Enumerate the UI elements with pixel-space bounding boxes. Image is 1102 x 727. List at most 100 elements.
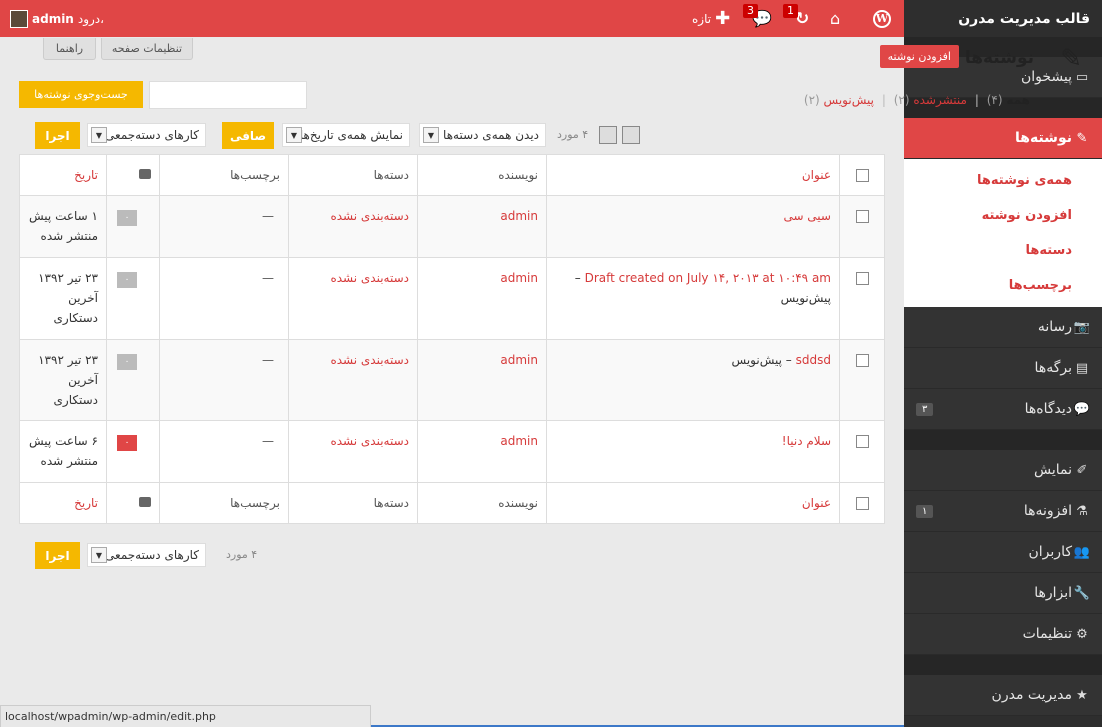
- row-checkbox[interactable]: [855, 435, 869, 448]
- comment-count-bubble[interactable]: ۰: [117, 272, 137, 288]
- filter-drafts[interactable]: پیش‌نویس: [824, 93, 874, 107]
- category-filter-select[interactable]: دیدن همه‌ی دسته‌ها ▼: [419, 123, 546, 147]
- footer-tags-label: برچسب‌ها: [159, 482, 289, 524]
- bulk-actions-value: کارهای دسته‌جمعی: [105, 548, 199, 562]
- filter-published-count: (۲): [893, 93, 910, 107]
- sidebar-item-plugins[interactable]: ⚗ افزونه‌ها ۱: [904, 491, 1102, 532]
- post-category-link[interactable]: دسته‌بندی نشده: [330, 353, 409, 367]
- wordpress-icon: W: [873, 9, 891, 28]
- home-link[interactable]: ⌂: [830, 0, 840, 37]
- sidebar-item-label: نمایش: [1033, 462, 1072, 478]
- star-icon: ★: [1076, 687, 1088, 703]
- post-category-link[interactable]: دسته‌بندی نشده: [330, 209, 409, 223]
- post-author-link[interactable]: admin: [500, 271, 538, 285]
- search-input[interactable]: [149, 81, 307, 109]
- add-new-post-button[interactable]: افزودن نوشته: [879, 45, 959, 68]
- filter-all[interactable]: همه: [1006, 93, 1030, 107]
- select-all-checkbox[interactable]: [855, 169, 869, 182]
- users-icon: 👥: [1073, 544, 1090, 560]
- sidebar-item-media[interactable]: 📷 رسانه: [904, 307, 1102, 348]
- sidebar-brand: قالب مدیریت مدرن: [904, 0, 1102, 37]
- submenu-add-new[interactable]: افزودن نوشته: [904, 198, 1102, 233]
- chevron-down-icon: ▼: [286, 127, 302, 143]
- submenu-tags[interactable]: برچسب‌ها: [904, 268, 1102, 303]
- bulk-actions-select-bottom[interactable]: کارهای دسته‌جمعی ▼: [87, 543, 206, 567]
- post-title-link[interactable]: sddsd: [796, 353, 831, 367]
- filter-published[interactable]: منتشرشده: [913, 93, 967, 107]
- comment-count-bubble[interactable]: ۰: [117, 435, 137, 451]
- date-filter-select[interactable]: نمایش همه‌ی تاریخ‌ها ▼: [282, 123, 410, 147]
- wordpress-logo[interactable]: W: [873, 0, 891, 37]
- sidebar-item-settings[interactable]: ⚙ تنظیمات: [904, 614, 1102, 655]
- row-checkbox[interactable]: [855, 354, 869, 367]
- sidebar-item-appearance[interactable]: ✐ نمایش: [904, 450, 1102, 491]
- post-category-link[interactable]: دسته‌بندی نشده: [330, 434, 409, 448]
- sidebar-item-modern-admin[interactable]: ★ مدیریت مدرن: [904, 675, 1102, 716]
- sidebar-item-label: کاربران: [1028, 544, 1072, 560]
- user-account-menu[interactable]: admin درود،: [10, 0, 104, 37]
- apply-bulk-button-top[interactable]: اجرا: [35, 122, 80, 149]
- post-author-link[interactable]: admin: [500, 434, 538, 448]
- browser-status-bar: localhost/wpadmin/wp-admin/edit.php: [0, 705, 371, 727]
- comment-count-bubble[interactable]: ۰: [117, 210, 137, 226]
- filter-button[interactable]: صافی: [222, 122, 274, 149]
- chevron-down-icon: ▼: [91, 127, 107, 143]
- submenu-categories[interactable]: دسته‌ها: [904, 233, 1102, 268]
- post-category-link[interactable]: دسته‌بندی نشده: [330, 271, 409, 285]
- list-view-icon[interactable]: [599, 126, 617, 144]
- column-title[interactable]: عنوان: [546, 154, 840, 196]
- posts-table: عنوان نویسنده دسته‌ها برچسب‌ها تاریخ سیی…: [19, 154, 885, 524]
- sidebar-item-users[interactable]: 👥 کاربران: [904, 532, 1102, 573]
- post-author-link[interactable]: admin: [500, 353, 538, 367]
- new-content-menu[interactable]: تازه ✚: [692, 0, 730, 37]
- footer-categories-label: دسته‌ها: [288, 482, 418, 524]
- sidebar-item-comments[interactable]: 💬 دیدگاه‌ها ۳: [904, 389, 1102, 430]
- user-greeting: درود،: [77, 11, 105, 26]
- bulk-actions-select-top[interactable]: کارهای دسته‌جمعی ▼: [87, 123, 206, 147]
- post-title-link[interactable]: Draft created on July ۱۴, ۲۰۱۳ at ۱۰:۴۹ …: [585, 271, 831, 285]
- comment-icon: [139, 169, 151, 179]
- wand-icon: ✐: [1076, 462, 1088, 478]
- footer-title-label[interactable]: عنوان: [802, 496, 831, 510]
- apply-bulk-button-bottom[interactable]: اجرا: [35, 542, 80, 569]
- filter-all-count: (۴): [986, 93, 1003, 107]
- admin-bar: admin درود، تازه ✚ 💬 3 ↻ 1 ⌂ W: [0, 0, 904, 37]
- footer-date-label[interactable]: تاریخ: [74, 496, 98, 510]
- comment-count-bubble[interactable]: ۰: [117, 354, 137, 370]
- items-count-top: ۴ مورد: [557, 128, 589, 141]
- help-button[interactable]: راهنما: [43, 38, 96, 60]
- sidebar-item-pages[interactable]: ▤ برگه‌ها: [904, 348, 1102, 389]
- chevron-down-icon: ▼: [91, 547, 107, 563]
- sidebar-item-posts[interactable]: ✎ نوشته‌ها: [904, 118, 1102, 159]
- comments-icon: 💬: [1073, 401, 1090, 417]
- select-all-cell: [839, 154, 885, 196]
- screen-options-button[interactable]: تنظیمات صفحه: [101, 38, 193, 60]
- post-author-link[interactable]: admin: [500, 209, 538, 223]
- post-title-link[interactable]: سلام دنیا!: [782, 434, 831, 448]
- row-checkbox[interactable]: [855, 210, 869, 223]
- column-comments: [106, 154, 160, 196]
- submenu-all-posts[interactable]: همه‌ی نوشته‌ها: [904, 163, 1102, 198]
- sidebar-item-label: مدیریت مدرن: [991, 687, 1072, 703]
- avatar: [10, 9, 28, 28]
- sidebar-item-tools[interactable]: 🔧 ابزارها: [904, 573, 1102, 614]
- items-count-bottom: ۴ مورد: [226, 548, 258, 561]
- excerpt-view-icon[interactable]: [622, 126, 640, 144]
- search-posts-button[interactable]: جست‌وجوی نوشته‌ها: [19, 81, 143, 108]
- column-date[interactable]: تاریخ: [19, 154, 107, 196]
- post-date: ۲۳ تیر ۱۳۹۲: [38, 353, 98, 367]
- column-date-label[interactable]: تاریخ: [74, 168, 98, 182]
- home-icon: ⌂: [830, 9, 841, 28]
- sidebar-item-label: ابزارها: [1034, 585, 1072, 601]
- page-title: نوشته‌ها: [964, 48, 1034, 68]
- sidebar-item-label: رسانه: [1037, 319, 1072, 335]
- camera-icon: 📷: [1073, 319, 1090, 335]
- column-tags: برچسب‌ها: [159, 154, 289, 196]
- post-tags: —: [159, 339, 289, 421]
- row-checkbox[interactable]: [855, 272, 869, 285]
- cog-icon: ⚙: [1076, 626, 1088, 642]
- select-all-checkbox-footer[interactable]: [855, 497, 869, 510]
- column-author: نویسنده: [417, 154, 547, 196]
- column-title-label[interactable]: عنوان: [802, 168, 831, 182]
- post-title-link[interactable]: سیی سی: [783, 209, 831, 223]
